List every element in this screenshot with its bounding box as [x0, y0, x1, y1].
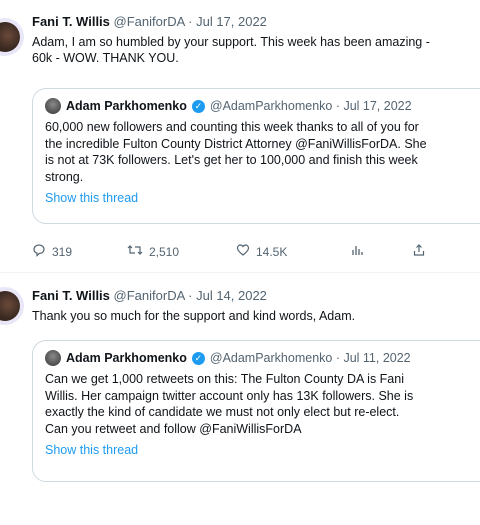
share-button[interactable]	[412, 243, 432, 260]
quoted-tweet-text: Can we get 1,000 retweets on this: The F…	[45, 371, 480, 437]
tweet[interactable]: Fani T. Willis @FaniforDA · Jul 14, 2022…	[0, 280, 480, 482]
tweet-header: Fani T. Willis @FaniforDA · Jul 14, 2022	[32, 288, 267, 303]
like-count: 14.5K	[256, 244, 288, 259]
quoted-author-name: Adam Parkhomenko	[66, 99, 187, 113]
quoted-avatar	[45, 350, 61, 366]
author-meta[interactable]: @FaniforDA · Jul 17, 2022	[114, 14, 267, 29]
tweet-text-line: Adam, I am so humbled by your support. T…	[32, 35, 430, 49]
avatar[interactable]	[0, 22, 20, 52]
tweet[interactable]: Fani T. Willis @FaniforDA · Jul 17, 2022…	[0, 0, 480, 270]
tweet-text: Thank you so much for the support and ki…	[32, 308, 480, 324]
tweet-text: Adam, I am so humbled by your support. T…	[32, 34, 480, 66]
share-icon	[412, 243, 426, 260]
quoted-author-meta: @AdamParkhomenko · Jul 17, 2022	[209, 99, 412, 113]
verified-badge-icon: ✓	[191, 99, 205, 113]
author-meta[interactable]: @FaniforDA · Jul 14, 2022	[114, 288, 267, 303]
author-name[interactable]: Fani T. Willis	[32, 288, 110, 303]
heart-icon	[236, 243, 250, 260]
quoted-avatar	[45, 98, 61, 114]
tweet-actions: 319 2,510 14.5K	[32, 243, 452, 261]
avatar[interactable]	[0, 291, 20, 321]
show-thread-link[interactable]: Show this thread	[45, 191, 480, 205]
quoted-tweet[interactable]: Adam Parkhomenko ✓ @AdamParkhomenko · Ju…	[32, 88, 480, 224]
quoted-author-name: Adam Parkhomenko	[66, 351, 187, 365]
quoted-text-line: Willis. Her campaign twitter account onl…	[45, 388, 414, 403]
quoted-text-line: Can we get 1,000 retweets on this: The F…	[45, 372, 404, 386]
tweet-header: Fani T. Willis @FaniforDA · Jul 17, 2022	[32, 14, 267, 29]
quoted-tweet-header: Adam Parkhomenko ✓ @AdamParkhomenko · Ju…	[45, 349, 480, 367]
reply-button[interactable]: 319	[32, 243, 72, 260]
quoted-author-meta: @AdamParkhomenko · Jul 11, 2022	[209, 351, 411, 365]
analytics-icon	[350, 243, 364, 260]
retweet-button[interactable]: 2,510	[127, 243, 179, 260]
quoted-tweet-header: Adam Parkhomenko ✓ @AdamParkhomenko · Ju…	[45, 97, 480, 115]
reply-icon	[32, 243, 46, 260]
retweet-count: 2,510	[149, 244, 180, 259]
retweet-icon	[127, 243, 143, 260]
quoted-tweet-text: 60,000 new followers and counting this w…	[45, 119, 480, 185]
like-button[interactable]: 14.5K	[236, 243, 287, 260]
quoted-text-line: strong.	[45, 169, 84, 184]
quoted-text-line: Can you retweet and follow @FaniWillisFo…	[45, 421, 302, 436]
quoted-text-line: exactly the kind of candidate we must no…	[45, 405, 400, 419]
show-thread-link[interactable]: Show this thread	[45, 443, 480, 457]
tweet-text-line: Thank you so much for the support and ki…	[32, 309, 356, 323]
quoted-text-line: 60,000 new followers and counting this w…	[45, 120, 419, 134]
quoted-text-line: is not at 73K followers. Let's get her t…	[45, 153, 418, 167]
analytics-button[interactable]	[350, 243, 370, 260]
reply-count: 319	[52, 244, 73, 259]
author-name[interactable]: Fani T. Willis	[32, 14, 110, 29]
tweet-divider	[0, 272, 480, 273]
quoted-tweet[interactable]: Adam Parkhomenko ✓ @AdamParkhomenko · Ju…	[32, 340, 480, 482]
verified-badge-icon: ✓	[191, 351, 205, 365]
quoted-text-line: the incredible Fulton County District At…	[45, 136, 427, 151]
tweet-text-line: 60k - WOW. THANK YOU.	[32, 51, 179, 65]
